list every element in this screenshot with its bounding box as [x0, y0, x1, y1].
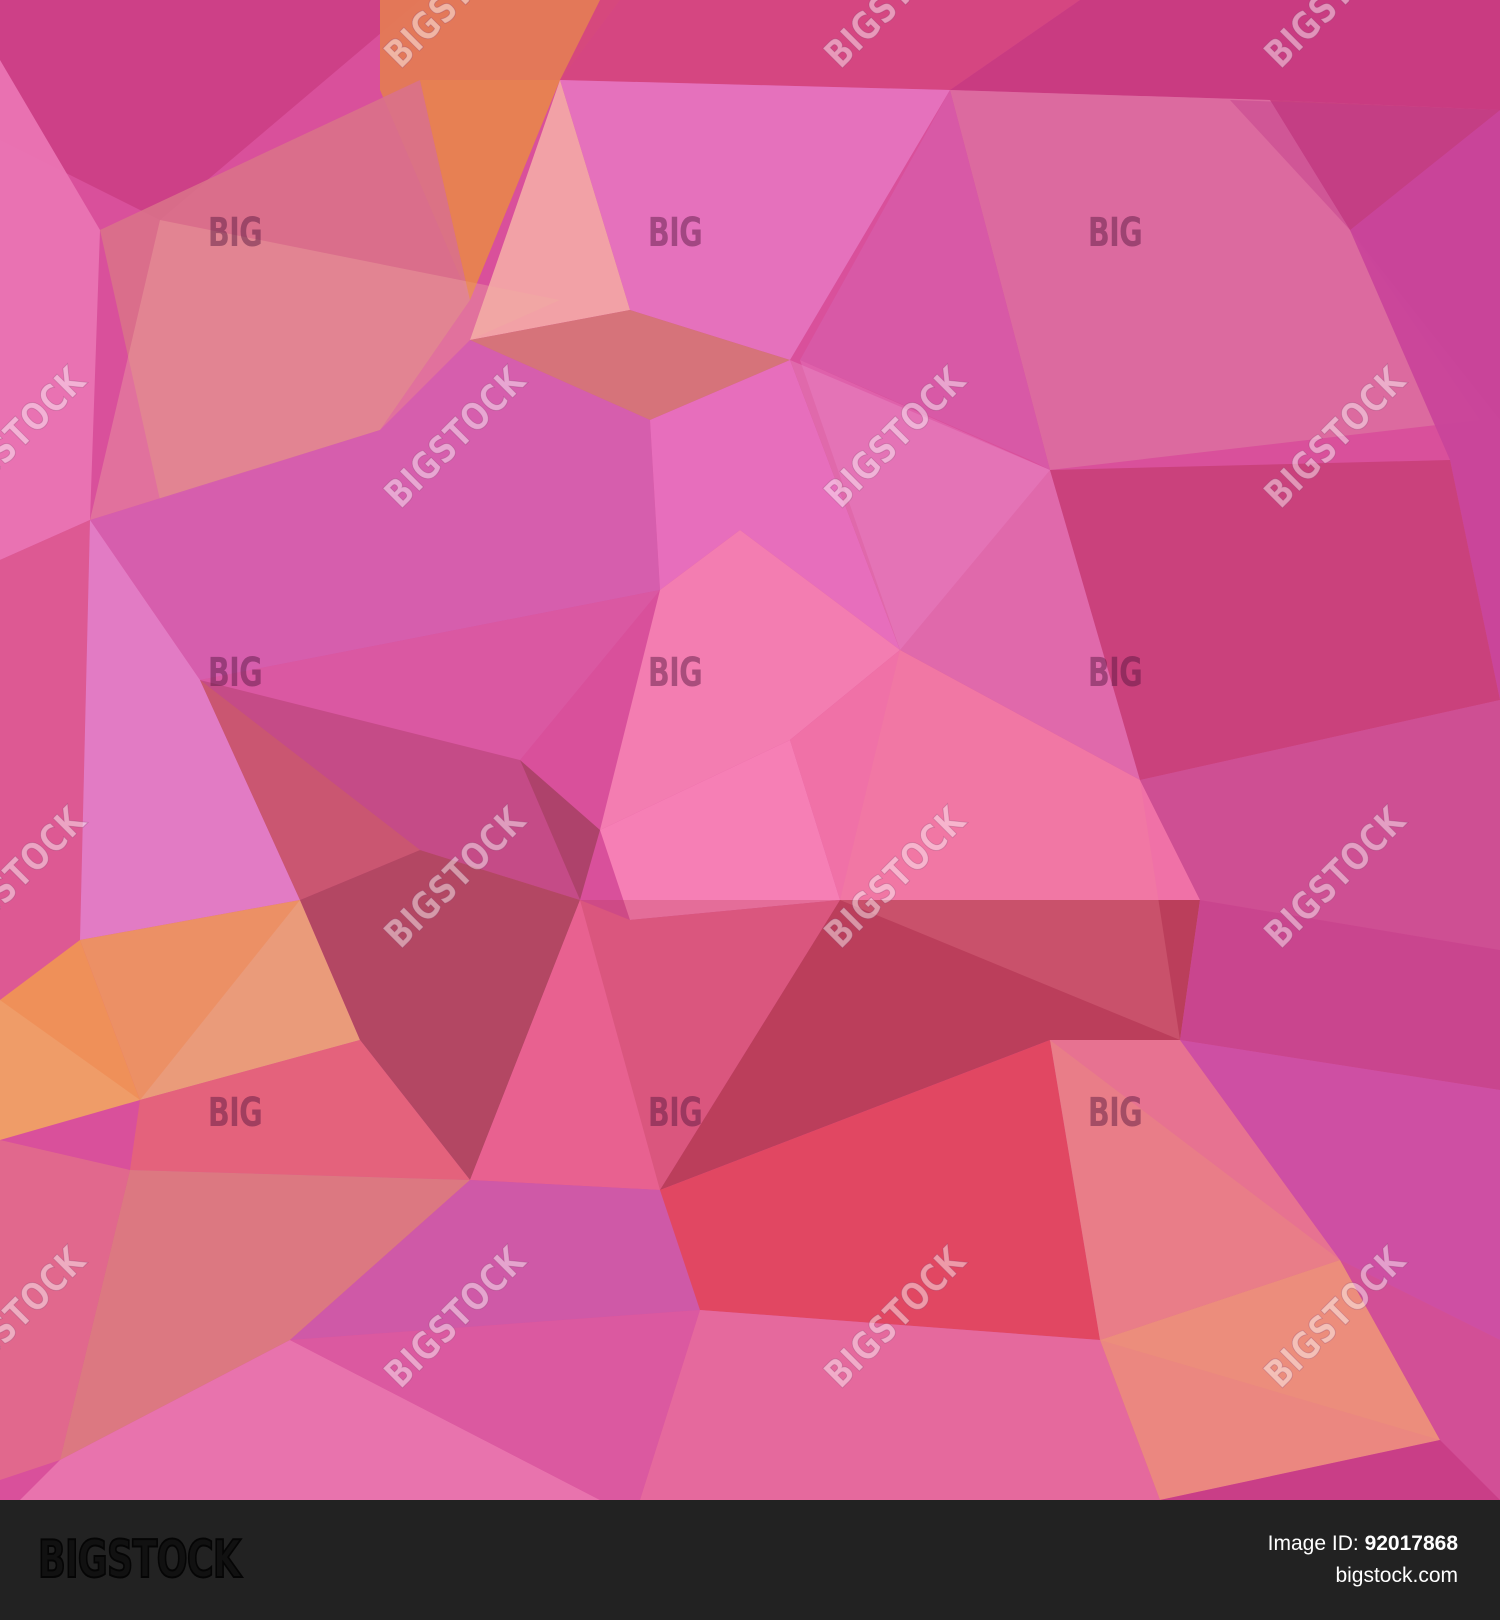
image-id-label: Image ID:: [1267, 1532, 1359, 1555]
footer-bar: BIGSTOCK Image ID: 92017868 bigstock.com: [0, 1500, 1500, 1620]
site-url[interactable]: bigstock.com: [1268, 1560, 1458, 1592]
image-id-line: Image ID: 92017868: [1268, 1528, 1458, 1560]
polygon-background-image: BIG BIG BIG BIG BIG BIG BIG BIG BIG BIGS…: [0, 0, 1500, 1500]
bigstock-logo: BIGSTOCK: [37, 1529, 242, 1591]
image-id-value: 92017868: [1364, 1532, 1458, 1555]
low-poly-artwork: [0, 0, 1500, 1500]
image-info: Image ID: 92017868 bigstock.com: [1268, 1528, 1458, 1592]
stock-photo-preview: BIG BIG BIG BIG BIG BIG BIG BIG BIG BIGS…: [0, 0, 1500, 1620]
